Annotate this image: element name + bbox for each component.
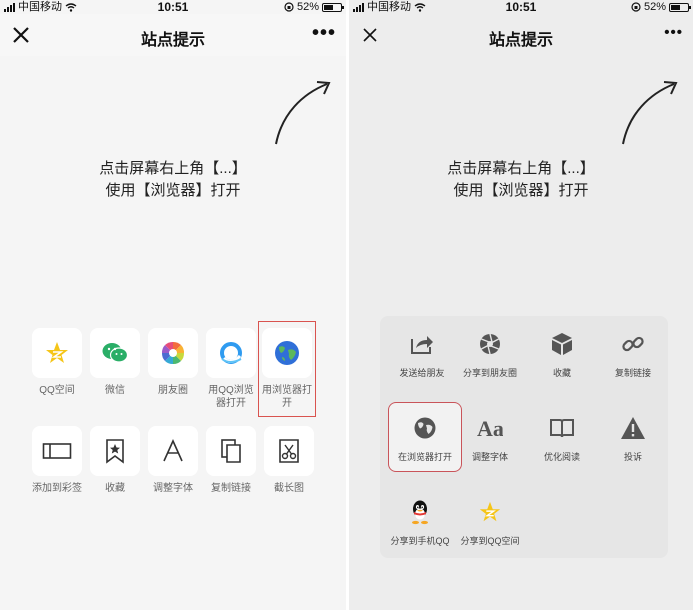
screenshot-scissors-icon (279, 439, 299, 463)
adjust-font-label: 调整字体 (153, 483, 193, 494)
share-wechat-label: 微信 (105, 385, 125, 396)
sticky-tag-icon (42, 443, 72, 459)
share-qzone[interactable]: QQ空间 (30, 328, 84, 397)
cube-icon (552, 333, 572, 355)
right-screenshot: 中国移动 10:51 52% 站点提示 ••• 点击屏幕右上角【...】 使用【… (349, 0, 693, 610)
share-to-mobile-qq-label: 分享到手机QQ (390, 536, 450, 546)
status-bar: 中国移动 10:51 52% (0, 0, 346, 14)
instruction-text: 点击屏幕右上角【...】 使用【浏览器】打开 (0, 158, 346, 202)
qq-penguin-icon (412, 500, 428, 525)
optimize-reading-label: 优化阅读 (543, 452, 580, 462)
page-title: 站点提示 (140, 32, 205, 49)
wechat-icon (102, 343, 129, 363)
open-in-qq-browser[interactable]: 用QQ浏览器打开 (204, 328, 258, 410)
rotation-lock-icon (631, 2, 641, 12)
instruction-line-1: 点击屏幕右上角【...】 (447, 160, 595, 177)
qzone-star-icon (46, 342, 68, 363)
highlight-frame (258, 321, 316, 417)
moments-aperture-icon (161, 341, 185, 365)
copy-link[interactable]: 复制链接 (204, 426, 258, 495)
copy-link-label: 复制链接 (211, 483, 251, 494)
adjust-font[interactable]: 调整字体 (146, 426, 200, 495)
globe-icon (414, 417, 436, 439)
share-moments-label: 朋友圈 (158, 385, 188, 396)
qzone-star-icon (479, 501, 501, 522)
status-bar: 中国移动 10:51 52% (349, 0, 693, 14)
battery-icon (669, 2, 691, 12)
battery-percent: 52% (296, 1, 319, 13)
svg-text:Aa: Aa (477, 417, 503, 439)
rotation-lock-icon (284, 2, 294, 12)
more-options-icon[interactable]: ••• (664, 25, 683, 40)
link-icon (622, 336, 644, 352)
optimize-reading[interactable]: 优化阅读 (522, 414, 602, 463)
pointer-arrow-icon (275, 81, 331, 145)
instruction-line-1: 点击屏幕右上角【...】 (99, 160, 247, 177)
copy-link-label: 复制链接 (614, 368, 651, 378)
font-a-icon (163, 439, 183, 462)
share-to-qzone[interactable]: 分享到QQ空间 (450, 498, 530, 547)
bookmark-star-icon (106, 439, 124, 464)
report-label: 投诉 (623, 452, 642, 462)
moments-aperture-icon (480, 333, 500, 355)
share-to-mobile-qq[interactable]: 分享到手机QQ (380, 498, 460, 547)
warning-icon (621, 417, 645, 439)
share-to-moments-label: 分享到朋友圈 (462, 368, 517, 378)
book-icon (550, 419, 574, 438)
copy-icon (221, 439, 241, 463)
nav-bar: 站点提示 ••• (0, 14, 346, 56)
add-to-tag-label: 添加到彩签 (32, 483, 82, 494)
instruction-line-2: 使用【浏览器】打开 (105, 182, 241, 199)
long-screenshot-label: 截长图 (274, 483, 304, 494)
adjust-font-label: 调整字体 (471, 452, 508, 462)
copy-link[interactable]: 复制链接 (593, 330, 673, 379)
battery-percent: 52% (643, 1, 666, 13)
report[interactable]: 投诉 (593, 414, 673, 463)
share-wechat[interactable]: 微信 (88, 328, 142, 397)
favorite-label: 收藏 (105, 483, 125, 494)
share-arrow-icon (411, 336, 433, 354)
page-title: 站点提示 (488, 32, 553, 49)
more-options-icon[interactable]: ••• (312, 23, 336, 43)
share-to-moments[interactable]: 分享到朋友圈 (450, 330, 530, 379)
long-screenshot[interactable]: 截长图 (262, 426, 316, 495)
left-screenshot: 中国移动 10:51 52% 站点提示 ••• 点击屏幕右上角【...】 使用【… (0, 0, 346, 610)
qq-browser-icon (220, 342, 242, 364)
pointer-arrow-icon (622, 81, 678, 145)
action-sheet: 发送给朋友 分享到朋友圈 收藏 复制链接 在浏览器打开 Aa 调整字体 优化阅读 (380, 316, 668, 558)
share-moments[interactable]: 朋友圈 (146, 328, 200, 397)
battery-icon (322, 2, 344, 12)
nav-bar: 站点提示 ••• (349, 14, 693, 56)
instruction-line-2: 使用【浏览器】打开 (453, 182, 589, 199)
collect[interactable]: 收藏 (522, 330, 602, 379)
add-to-tag[interactable]: 添加到彩签 (30, 426, 84, 495)
favorite[interactable]: 收藏 (88, 426, 142, 495)
share-qzone-label: QQ空间 (39, 385, 75, 396)
font-aa-icon: Aa (477, 417, 503, 439)
instruction-text: 点击屏幕右上角【...】 使用【浏览器】打开 (349, 158, 693, 202)
collect-label: 收藏 (552, 368, 571, 378)
open-in-qq-browser-label: 用QQ浏览器打开 (208, 385, 254, 409)
share-to-qzone-label: 分享到QQ空间 (460, 536, 520, 546)
adjust-font[interactable]: Aa 调整字体 (450, 414, 530, 463)
